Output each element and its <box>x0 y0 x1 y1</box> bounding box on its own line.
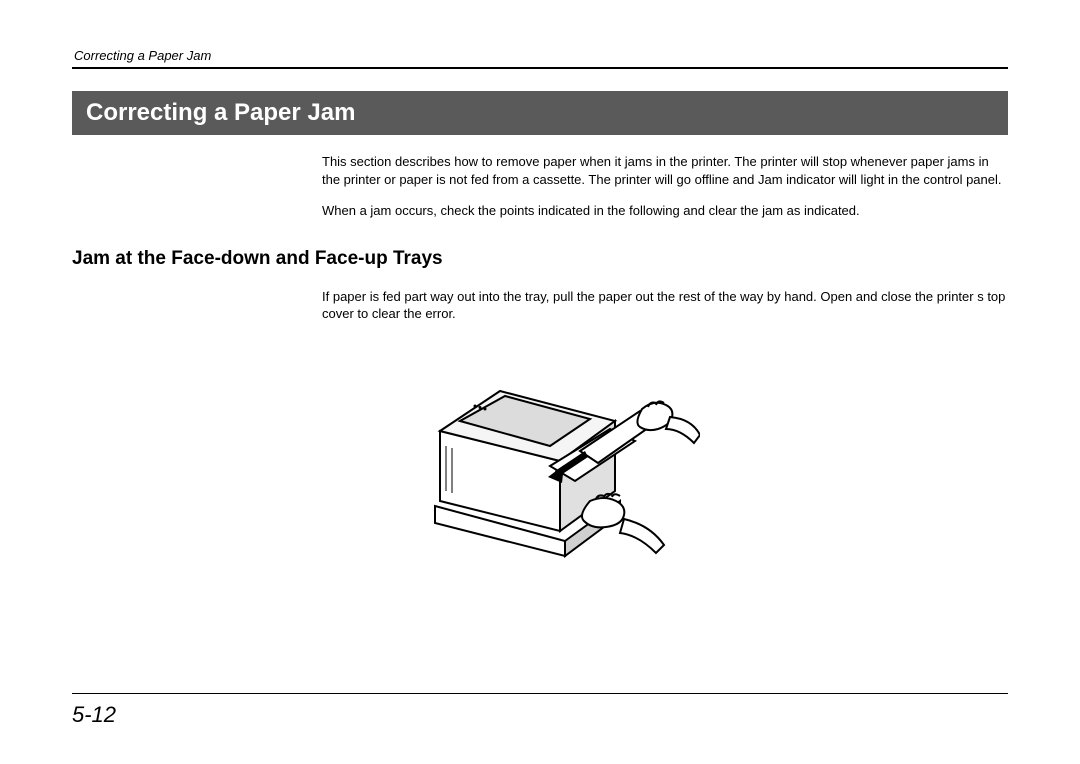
intro-paragraph-2: When a jam occurs, check the points indi… <box>322 202 1008 220</box>
intro-paragraph-1: This section describes how to remove pap… <box>322 153 1008 188</box>
footer-rule <box>72 693 1008 694</box>
running-header: Correcting a Paper Jam <box>72 48 1008 63</box>
printer-illustration <box>380 351 700 571</box>
header-rule <box>72 67 1008 69</box>
subsection-block: If paper is fed part way out into the tr… <box>72 288 1008 323</box>
subsection-paragraph-1: If paper is fed part way out into the tr… <box>322 288 1008 323</box>
subsection-heading: Jam at the Face-down and Face-up Trays <box>72 248 1008 270</box>
page-number: 5-12 <box>72 702 116 728</box>
intro-block: This section describes how to remove pap… <box>72 153 1008 220</box>
section-title: Correcting a Paper Jam <box>72 91 1008 135</box>
figure-container <box>72 351 1008 571</box>
